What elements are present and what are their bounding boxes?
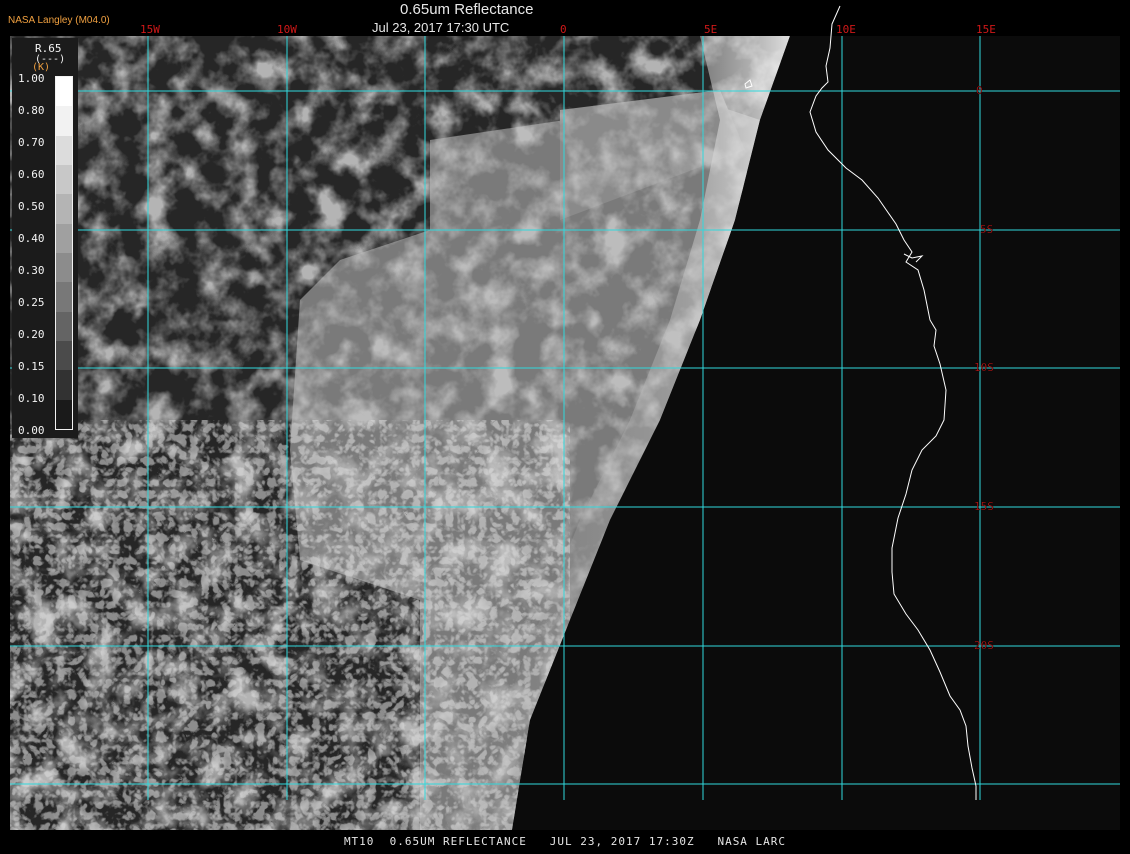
legend-tick-label: 0.20 [18, 328, 45, 341]
latitude-label: 5S [980, 223, 993, 236]
footer-caption: MT10 0.65UM REFLECTANCE JUL 23, 2017 17:… [343, 835, 787, 848]
legend-step [56, 77, 72, 107]
legend-tick-label: 0.00 [18, 424, 45, 437]
legend-tick-label: 0.30 [18, 264, 45, 277]
legend-step [56, 311, 72, 341]
longitude-label: 15W [140, 23, 160, 36]
legend-step [56, 165, 72, 195]
legend-step [56, 135, 72, 165]
legend-step [56, 253, 72, 283]
legend-tick-label: 0.80 [18, 104, 45, 117]
legend-step [56, 341, 72, 371]
legend-tick-label: 0.60 [18, 168, 45, 181]
legend-tick-label: 0.15 [18, 360, 45, 373]
legend-tick-label: 0.50 [18, 200, 45, 213]
latitude-label: 15S [974, 500, 994, 513]
legend-tick-label: 0.70 [18, 136, 45, 149]
legend-tick-label: 1.00 [18, 72, 45, 85]
longitude-label: 5E [704, 23, 717, 36]
credit-label: NASA Langley (M04.0) [8, 15, 110, 26]
legend-tick-label: 0.10 [18, 392, 45, 405]
legend-step [56, 370, 72, 400]
longitude-label: 10W [277, 23, 297, 36]
image-title: 0.65um Reflectance [400, 1, 534, 18]
legend-tick-label: 0.25 [18, 296, 45, 309]
legend-step [56, 399, 72, 429]
legend-colorbar [55, 76, 73, 430]
longitude-label: 0 [560, 23, 567, 36]
legend-step [56, 106, 72, 136]
latitude-label: 0 [976, 84, 983, 97]
legend-step [56, 223, 72, 253]
longitude-label: 15E [976, 23, 996, 36]
legend-step [56, 282, 72, 312]
map-canvas: 15W 10W 0 5E 10E 15E 0 5S 10S 15S 20S [0, 0, 1130, 850]
legend-tick-label: 0.40 [18, 232, 45, 245]
longitude-label: 10E [836, 23, 856, 36]
latitude-label: 20S [974, 639, 994, 652]
color-legend: R.65 (---) (K) 1.00 0.80 0.70 0.60 0.50 0.40 0… [12, 38, 78, 438]
legend-step [56, 194, 72, 224]
latitude-label: 10S [974, 361, 994, 374]
image-datetime: Jul 23, 2017 17:30 UTC [372, 20, 510, 35]
satellite-map: 15W 10W 0 5E 10E 15E 0 5S 10S 15S 20S NASA Langley… [0, 0, 1130, 850]
